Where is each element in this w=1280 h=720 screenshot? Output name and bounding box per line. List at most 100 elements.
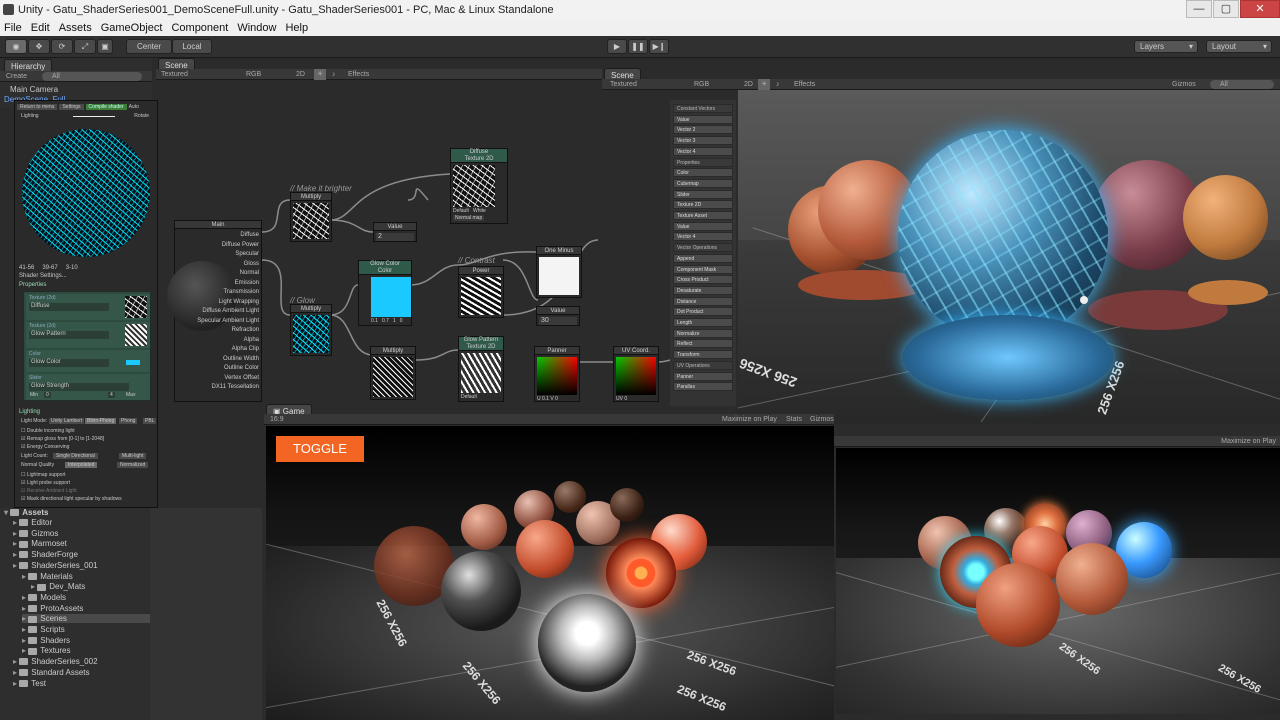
node-list-item[interactable]: Append	[673, 253, 733, 263]
game-viewport[interactable]: TOGGLE 256 X256 256 X256 256 X256 256 X2…	[266, 426, 834, 720]
preview-slider[interactable]	[73, 116, 115, 117]
main-input-port[interactable]: Specular Ambient Light	[197, 317, 259, 327]
maximize-button[interactable]: ▢	[1213, 0, 1239, 18]
toggle-button[interactable]: TOGGLE	[276, 436, 364, 462]
multiply-node-2[interactable]: Multiply	[370, 346, 416, 400]
light-toggle-icon[interactable]: ☀	[758, 79, 771, 90]
node-list-item[interactable]: Parallax	[673, 382, 733, 392]
audio-toggle-icon[interactable]: ♪	[776, 79, 780, 90]
project-folder-item[interactable]: ▸ Test	[13, 679, 46, 688]
light-mode-lambert[interactable]: Unity Lambert	[49, 418, 85, 424]
project-folder-item[interactable]: ▸ ShaderSeries_002	[13, 657, 98, 666]
node-list-item[interactable]: Texture Asset	[673, 211, 733, 220]
slider-min-input[interactable]: 0	[44, 392, 51, 398]
node-list-item[interactable]: Component Mask	[673, 264, 733, 274]
material-ball-glass-glow[interactable]	[898, 130, 1108, 340]
project-folder-item[interactable]: ▸ Editor	[13, 518, 52, 527]
effects-dropdown[interactable]: Effects	[794, 79, 815, 90]
multiply-node-1[interactable]: Multiply	[290, 192, 332, 242]
scale-tool-icon[interactable]: ⤢	[74, 39, 96, 54]
one-minus-node[interactable]: One Minus	[536, 246, 582, 298]
value-node-1[interactable]: Value 2	[373, 222, 417, 242]
node-list-item[interactable]: Normalize	[673, 328, 733, 338]
material-ball-gold[interactable]	[1183, 175, 1268, 260]
value-input[interactable]: 30	[539, 317, 577, 325]
panner-node[interactable]: Panner U 0.1 V 0	[534, 346, 580, 402]
node-list-item[interactable]: Vector 3	[673, 136, 733, 146]
node-category-header[interactable]: Vector Operations	[673, 243, 733, 253]
gizmos-dropdown[interactable]: Gizmos	[1172, 79, 1196, 90]
node-list-item[interactable]: Vector 4	[673, 232, 733, 242]
light-count-single[interactable]: Single Directional	[53, 453, 98, 459]
project-root-assets[interactable]: ▾ Assets	[4, 508, 49, 517]
glow-color-swatch[interactable]	[126, 360, 140, 365]
diffuse-texture-node[interactable]: Diffuse Texture 2D Default White Normal m…	[450, 148, 508, 224]
node-list-item[interactable]: Desaturate	[673, 285, 733, 295]
main-node[interactable]: Main Diffuse Diffuse Power Specular Gloss No…	[167, 220, 262, 402]
shader-settings-foldout[interactable]: Shader Settings...	[19, 273, 67, 279]
main-input-port[interactable]: Gloss	[197, 260, 259, 270]
layout-dropdown[interactable]: Layout	[1206, 40, 1272, 53]
minimize-button[interactable]: —	[1186, 0, 1212, 18]
main-input-port[interactable]: Alpha	[197, 336, 259, 346]
close-button[interactable]: ✕	[1240, 0, 1280, 18]
node-editor-canvas[interactable]: Main Diffuse Diffuse Power Specular Gloss No…	[158, 100, 736, 406]
r-value[interactable]: 0.1	[371, 318, 378, 324]
maximize-on-play-toggle[interactable]: Maximize on Play	[722, 414, 777, 425]
node-list-item[interactable]: Slider	[673, 189, 733, 199]
node-list-item[interactable]: Vector 4	[673, 146, 733, 156]
stats-toggle[interactable]: Stats	[786, 414, 802, 425]
checkbox-mask-specular[interactable]: ☑ Mask directional light specular by sha…	[21, 495, 122, 503]
menu-assets[interactable]: Assets	[59, 22, 92, 34]
panner-u[interactable]: U 0.1	[537, 396, 549, 402]
node-list-item[interactable]: Value	[673, 114, 733, 124]
auto-checkbox[interactable]: Auto	[129, 104, 139, 110]
rgb-dropdown[interactable]: RGB	[694, 79, 709, 90]
property-glow-pattern[interactable]: Texture (2d) Glow Pattern	[26, 322, 150, 348]
g-value[interactable]: 0.7	[382, 318, 389, 324]
node-list-item[interactable]: Distance	[673, 296, 733, 306]
uv-coord-node[interactable]: UV Coord. UV 0	[613, 346, 659, 402]
2d-toggle[interactable]: 2D	[744, 79, 753, 90]
scene-search-input[interactable]: All	[1210, 80, 1274, 89]
property-diffuse[interactable]: Texture (2d) Diffuse	[26, 294, 150, 320]
rotate-toggle[interactable]: Rotate	[134, 113, 149, 119]
project-folder-item[interactable]: ▸ Scenes	[22, 614, 150, 624]
main-input-port[interactable]: Outline Color	[197, 364, 259, 374]
layers-dropdown[interactable]: Layers	[1134, 40, 1198, 53]
menu-edit[interactable]: Edit	[31, 22, 50, 34]
panner-v[interactable]: V 0	[550, 396, 558, 402]
textured-dropdown[interactable]: Textured	[610, 79, 637, 90]
menu-file[interactable]: File	[4, 22, 22, 34]
view-tool-eye-icon[interactable]: ◉	[5, 39, 27, 54]
property-name-input[interactable]: Diffuse	[29, 303, 109, 311]
pause-button[interactable]: ❚❚	[628, 39, 648, 54]
light-toggle-icon[interactable]: ☀	[314, 69, 327, 80]
project-folder-item[interactable]: ▸ Dev_Mats	[31, 582, 85, 591]
audio-toggle-icon[interactable]: ♪	[332, 69, 336, 80]
diffuse-texture-thumb[interactable]	[125, 296, 147, 318]
main-input-port[interactable]: Specular	[197, 250, 259, 260]
project-folder-item[interactable]: ▸ Materials	[22, 572, 73, 581]
value-node-2[interactable]: Value 30	[536, 306, 580, 326]
a-value[interactable]: 0	[400, 318, 403, 324]
main-input-port[interactable]: DX11 Tessellation	[197, 383, 259, 393]
checkbox-energy-conserving[interactable]: ☑ Energy Conserving	[21, 443, 104, 451]
effects-dropdown[interactable]: Effects	[348, 69, 369, 80]
property-name-input[interactable]: Glow Pattern	[29, 331, 109, 339]
project-folder-item[interactable]: ▸ Scripts	[22, 625, 65, 634]
pivot-center-button[interactable]: Center	[126, 39, 172, 54]
return-to-menu-button[interactable]: Return to menu	[17, 104, 58, 110]
2d-toggle[interactable]: 2D	[296, 69, 305, 80]
project-folder-item[interactable]: ▸ Shaders	[22, 636, 70, 645]
hierarchy-item-main-camera[interactable]: Main Camera	[10, 85, 58, 94]
checkbox-light-probe[interactable]: ☑ Light probe support	[21, 479, 122, 487]
glow-pattern-node[interactable]: Glow Pattern Texture 2D Default	[458, 336, 504, 402]
slider-max-input[interactable]: 4	[108, 392, 115, 398]
glow-color-node[interactable]: Glow Color Color 0.1 0.7 1 0	[358, 260, 412, 326]
settings-button[interactable]: Settings	[59, 104, 84, 110]
project-folder-item[interactable]: ▸ Models	[22, 593, 66, 602]
rotate-tool-icon[interactable]: ⟳	[51, 39, 73, 54]
create-dropdown[interactable]: Create	[6, 71, 27, 82]
scene-viewport[interactable]: 256 X256 256 X256	[738, 90, 1280, 424]
